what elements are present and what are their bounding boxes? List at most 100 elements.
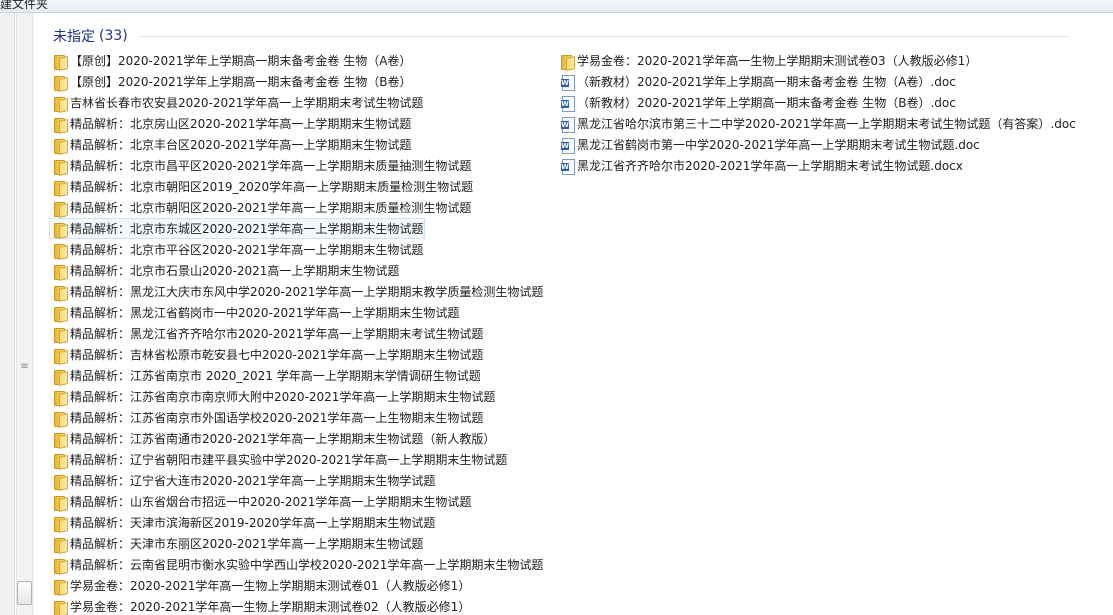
folder-icon <box>53 326 67 343</box>
folder-icon <box>53 347 67 364</box>
item-label: 精品解析：北京市平谷区2020-2021学年高一上学期期末生物试题 <box>70 243 424 257</box>
group-title: 未指定 <box>53 29 95 45</box>
folder-icon <box>53 95 67 112</box>
folder-item[interactable]: 精品解析：江苏省南通市2020-2021学年高一上学期期末生物试题（新人教版） <box>49 428 549 449</box>
item-label: 精品解析：北京市石景山2020-2021高一上学期期末生物试题 <box>70 264 400 278</box>
folder-item[interactable]: 学易金卷：2020-2021学年高一生物上学期期末测试卷03（人教版必修1） <box>556 50 1096 71</box>
item-label: 精品解析：天津市滨海新区2019-2020学年高一上学期期末生物试题 <box>70 516 436 530</box>
item-label: 精品解析：北京市朝阳区2019_2020学年高一上学期期末质量检测生物试题 <box>70 180 474 194</box>
folder-icon <box>53 410 67 427</box>
item-label: 黑龙江省齐齐哈尔市2020-2021学年高一上学期期末考试生物试题.docx <box>577 159 963 173</box>
file-item[interactable]: （新教材）2020-2021学年上学期高一期末备考金卷 生物（A卷）.doc <box>556 71 1096 92</box>
folder-icon <box>53 431 67 448</box>
item-label: 精品解析：云南省昆明市衡水实验中学西山学校2020-2021学年高一上学期期末生… <box>70 558 544 572</box>
folder-item[interactable]: 精品解析：山东省烟台市招远一中2020-2021学年高一上学期期末生物试题 <box>49 491 549 512</box>
item-label: 精品解析：北京市昌平区2020-2021学年高一上学期期末质量抽测生物试题 <box>70 159 472 173</box>
folder-item[interactable]: 学易金卷：2020-2021学年高一生物上学期期末测试卷02（人教版必修1） <box>49 596 549 615</box>
folder-item[interactable]: 精品解析：江苏省南京市 2020_2021 学年高一上学期期末学情调研生物试题 <box>49 365 549 386</box>
file-item[interactable]: 黑龙江省齐齐哈尔市2020-2021学年高一上学期期末考试生物试题.docx <box>556 155 1096 176</box>
folder-icon <box>53 284 67 301</box>
item-label: 精品解析：北京市东城区2020-2021学年高一上学期期末生物试题 <box>70 222 424 236</box>
doc-icon <box>560 116 575 133</box>
vertical-scrollbar[interactable]: ≡ <box>16 13 33 615</box>
folder-icon <box>53 53 67 70</box>
doc-icon <box>560 137 575 154</box>
item-label: 精品解析：北京丰台区2020-2021学年高一上学期期末生物试题 <box>70 138 412 152</box>
folder-item[interactable]: 精品解析：天津市滨海新区2019-2020学年高一上学期期末生物试题 <box>49 512 549 533</box>
item-label: 黑龙江省哈尔滨市第三十二中学2020-2021学年高一上学期期末考试生物试题（有… <box>577 117 1076 131</box>
folder-icon <box>53 494 67 511</box>
folder-icon <box>53 452 67 469</box>
folder-item[interactable]: 精品解析：云南省昆明市衡水实验中学西山学校2020-2021学年高一上学期期末生… <box>49 554 549 575</box>
folder-item[interactable]: 精品解析：北京市朝阳区2020-2021学年高一上学期期末质量检测生物试题 <box>49 197 549 218</box>
item-label: 精品解析：江苏省南京市外国语学校2020-2021学年高一上生物期末生物试题 <box>70 411 484 425</box>
folder-item[interactable]: 精品解析：北京市平谷区2020-2021学年高一上学期期末生物试题 <box>49 239 549 260</box>
splitter-grip-icon[interactable]: ≡ <box>20 362 29 372</box>
folder-icon <box>53 599 67 615</box>
folder-item[interactable]: 精品解析：黑龙江省鹤岗市一中2020-2021学年高一上学期期末生物试题 <box>49 302 549 323</box>
item-label: 学易金卷：2020-2021学年高一生物上学期期末测试卷02（人教版必修1） <box>70 600 471 614</box>
item-label: 精品解析：辽宁省大连市2020-2021学年高一上学期期末生物学试题 <box>70 474 436 488</box>
group-divider <box>138 36 1068 37</box>
doc-icon <box>560 74 575 91</box>
folder-icon <box>53 515 67 532</box>
folder-item[interactable]: 精品解析：北京房山区2020-2021学年高一上学期期末生物试题 <box>49 113 549 134</box>
file-list-left-column: 【原创】2020-2021学年上学期高一期末备考金卷 生物（A卷） 【原创】202… <box>49 50 549 615</box>
folder-item[interactable]: 吉林省长春市农安县2020-2021学年高一上学期期末考试生物试题 <box>49 92 549 113</box>
folder-item[interactable]: 【原创】2020-2021学年上学期高一期末备考金卷 生物（A卷） <box>49 50 549 71</box>
folder-icon <box>53 368 67 385</box>
folder-icon <box>53 536 67 553</box>
file-item[interactable]: 黑龙江省哈尔滨市第三十二中学2020-2021学年高一上学期期末考试生物试题（有… <box>556 113 1096 134</box>
folder-icon <box>53 116 67 133</box>
item-label: （新教材）2020-2021学年上学期高一期末备考金卷 生物（A卷）.doc <box>577 75 956 89</box>
title-bar: 建文件夹 <box>0 0 1113 13</box>
window-title: 建文件夹 <box>0 0 49 11</box>
folder-icon <box>53 200 67 217</box>
item-label: 学易金卷：2020-2021学年高一生物上学期期末测试卷03（人教版必修1） <box>577 54 978 68</box>
item-label: 精品解析：北京房山区2020-2021学年高一上学期期末生物试题 <box>70 117 412 131</box>
folder-icon <box>53 74 67 91</box>
group-count: (33) <box>99 28 128 44</box>
folder-item[interactable]: 学易金卷：2020-2021学年高一生物上学期期末测试卷01（人教版必修1） <box>49 575 549 596</box>
file-item[interactable]: （新教材）2020-2021学年上学期高一期末备考金卷 生物（B卷）.doc <box>556 92 1096 113</box>
item-label: 吉林省长春市农安县2020-2021学年高一上学期期末考试生物试题 <box>70 96 424 110</box>
folder-icon <box>560 53 574 70</box>
folder-item[interactable]: 精品解析：吉林省松原市乾安县七中2020-2021学年高一上学期期末生物试题 <box>49 344 549 365</box>
item-label: 精品解析：江苏省南通市2020-2021学年高一上学期期末生物试题（新人教版） <box>70 432 496 446</box>
item-label: 黑龙江省鹤岗市第一中学2020-2021学年高一上学期期末考试生物试题.doc <box>577 138 980 152</box>
item-label: 精品解析：黑龙江省鹤岗市一中2020-2021学年高一上学期期末生物试题 <box>70 306 460 320</box>
folder-icon <box>53 221 67 238</box>
item-label: 精品解析：北京市朝阳区2020-2021学年高一上学期期末质量检测生物试题 <box>70 201 472 215</box>
folder-item[interactable]: 精品解析：黑龙江省齐齐哈尔市2020-2021学年高一上学期期末考试生物试题 <box>49 323 549 344</box>
item-label: 精品解析：山东省烟台市招远一中2020-2021学年高一上学期期末生物试题 <box>70 495 472 509</box>
item-label: 精品解析：江苏省南京市南京师大附中2020-2021学年高一上学期期末生物试题 <box>70 390 496 404</box>
folder-icon <box>53 158 67 175</box>
file-item[interactable]: 黑龙江省鹤岗市第一中学2020-2021学年高一上学期期末考试生物试题.doc <box>556 134 1096 155</box>
folder-item[interactable]: 精品解析：黑龙江大庆市东风中学2020-2021学年高一上学期期末教学质量检测生… <box>49 281 549 302</box>
item-label: （新教材）2020-2021学年上学期高一期末备考金卷 生物（B卷）.doc <box>577 96 956 110</box>
folder-item[interactable]: 精品解析：辽宁省大连市2020-2021学年高一上学期期末生物学试题 <box>49 470 549 491</box>
doc-icon <box>560 158 575 175</box>
folder-item[interactable]: 精品解析：江苏省南京市外国语学校2020-2021学年高一上生物期末生物试题 <box>49 407 549 428</box>
navigation-pane[interactable] <box>0 13 15 615</box>
group-header[interactable]: 未指定 (33) <box>53 26 128 46</box>
folder-icon <box>53 137 67 154</box>
scrollbar-thumb[interactable] <box>17 581 32 605</box>
folder-item[interactable]: 精品解析：北京市石景山2020-2021高一上学期期末生物试题 <box>49 260 549 281</box>
folder-item[interactable]: 【原创】2020-2021学年上学期高一期末备考金卷 生物（B卷） <box>49 71 549 92</box>
item-label: 精品解析：黑龙江大庆市东风中学2020-2021学年高一上学期期末教学质量检测生… <box>70 285 544 299</box>
folder-icon <box>53 578 67 595</box>
folder-item[interactable]: 精品解析：北京市东城区2020-2021学年高一上学期期末生物试题 <box>49 218 425 239</box>
folder-item[interactable]: 精品解析：辽宁省朝阳市建平县实验中学2020-2021学年高一上学期期末生物试题 <box>49 449 549 470</box>
folder-item[interactable]: 精品解析：江苏省南京市南京师大附中2020-2021学年高一上学期期末生物试题 <box>49 386 549 407</box>
doc-icon <box>560 95 575 112</box>
folder-item[interactable]: 精品解析：北京市昌平区2020-2021学年高一上学期期末质量抽测生物试题 <box>49 155 549 176</box>
item-label: 【原创】2020-2021学年上学期高一期末备考金卷 生物（B卷） <box>70 75 412 89</box>
folder-item[interactable]: 精品解析：北京丰台区2020-2021学年高一上学期期末生物试题 <box>49 134 549 155</box>
item-label: 学易金卷：2020-2021学年高一生物上学期期末测试卷01（人教版必修1） <box>70 579 471 593</box>
folder-item[interactable]: 精品解析：天津市东丽区2020-2021学年高一上学期期末生物试题 <box>49 533 549 554</box>
item-label: 精品解析：天津市东丽区2020-2021学年高一上学期期末生物试题 <box>70 537 424 551</box>
folder-item[interactable]: 精品解析：北京市朝阳区2019_2020学年高一上学期期末质量检测生物试题 <box>49 176 549 197</box>
folder-icon <box>53 263 67 280</box>
folder-icon <box>53 473 67 490</box>
